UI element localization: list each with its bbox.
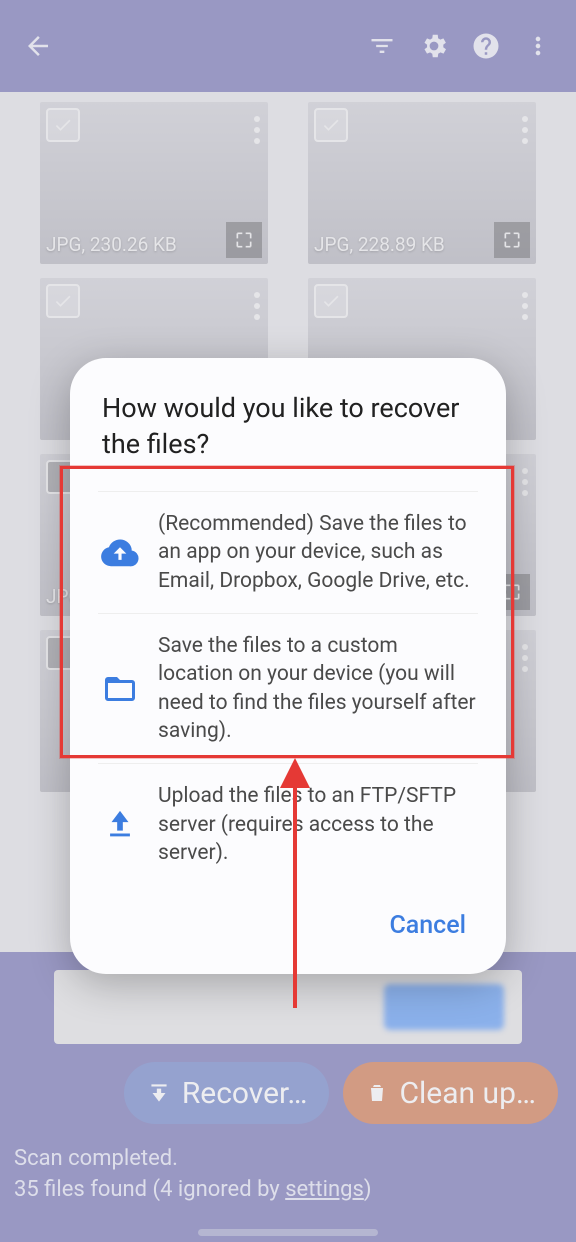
recover-option-text: Save the files to a custom location on y… bbox=[158, 632, 476, 745]
upload-icon bbox=[100, 808, 140, 842]
recover-option-text: (Recommended) Save the files to an app o… bbox=[158, 510, 476, 595]
folder-icon bbox=[100, 671, 140, 707]
dialog-actions: Cancel bbox=[98, 899, 478, 952]
cloud-upload-icon bbox=[100, 533, 140, 571]
recover-option-folder[interactable]: Save the files to a custom location on y… bbox=[98, 614, 478, 764]
recover-option-text: Upload the files to an FTP/SFTP server (… bbox=[158, 782, 476, 867]
cancel-button[interactable]: Cancel bbox=[383, 899, 472, 952]
recover-options-dialog: How would you like to recover the files?… bbox=[70, 358, 506, 974]
recover-option-list: (Recommended) Save the files to an app o… bbox=[98, 491, 478, 885]
dialog-title: How would you like to recover the files? bbox=[98, 390, 478, 463]
recover-option-ftp[interactable]: Upload the files to an FTP/SFTP server (… bbox=[98, 764, 478, 885]
recover-option-cloud[interactable]: (Recommended) Save the files to an app o… bbox=[98, 492, 478, 614]
